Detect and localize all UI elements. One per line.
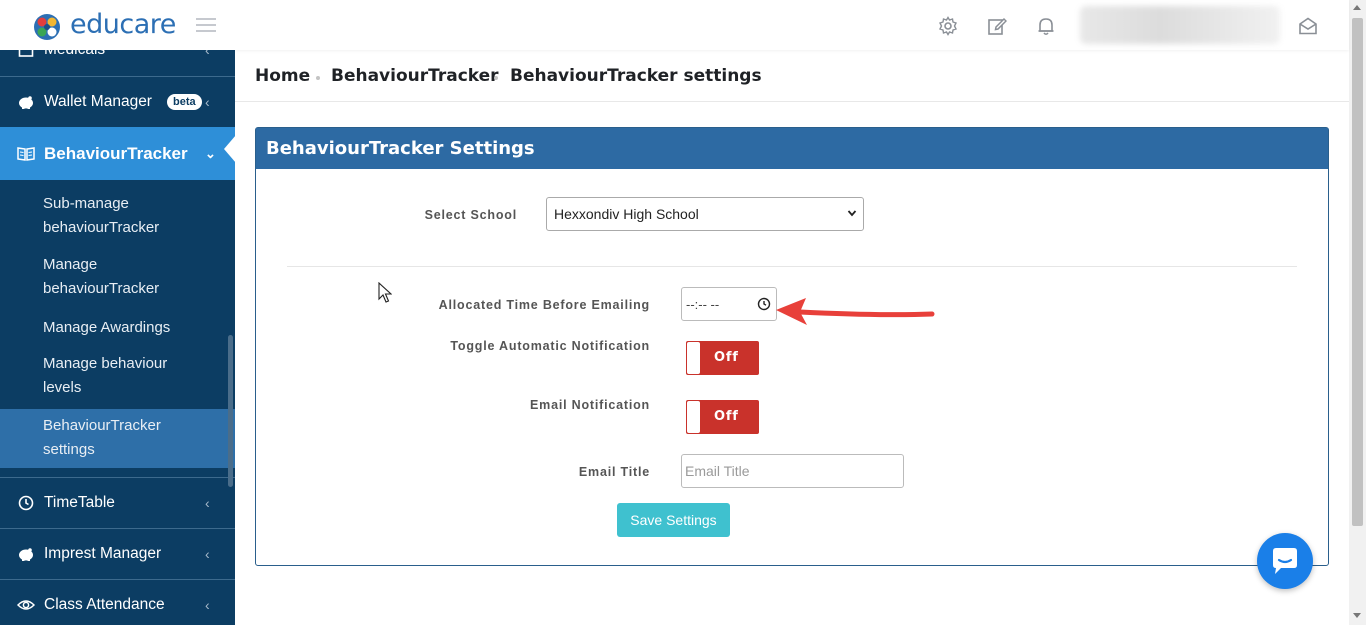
toggle-knob bbox=[687, 342, 700, 374]
breadcrumb: Home BehaviourTracker BehaviourTracker s… bbox=[235, 50, 1349, 102]
sidebar-subitem-behaviourtracker-settings[interactable]: BehaviourTracker settings bbox=[0, 409, 235, 468]
chevron-left-icon: ‹ bbox=[205, 495, 210, 511]
form-divider bbox=[287, 266, 1297, 267]
sidebar-item-medicals[interactable]: Medicals ‹ bbox=[0, 50, 235, 63]
sidebar-subitem-manage-awardings[interactable]: Manage Awardings bbox=[0, 316, 235, 342]
hamburger-menu-icon[interactable] bbox=[196, 18, 216, 32]
chevron-down-icon bbox=[847, 210, 857, 217]
eye-icon bbox=[17, 596, 35, 614]
card-title: BehaviourTracker Settings bbox=[266, 138, 535, 159]
mouse-cursor-icon bbox=[378, 282, 392, 303]
breadcrumb-home[interactable]: Home bbox=[255, 66, 310, 86]
page-scrollbar[interactable] bbox=[1349, 0, 1366, 625]
sidebar-item-label: Wallet Manager bbox=[44, 93, 152, 110]
auto-notification-label: Toggle Automatic Notification bbox=[450, 339, 650, 353]
active-item-pointer bbox=[224, 135, 236, 163]
email-title-input[interactable]: Email Title bbox=[681, 454, 904, 488]
sidebar-subitem-manage-behaviourtracker[interactable]: Manage behaviourTracker bbox=[0, 253, 235, 305]
sidebar-item-wallet-manager[interactable]: Wallet Manager beta ‹ bbox=[0, 77, 235, 127]
auto-notification-toggle[interactable]: Off bbox=[686, 341, 759, 375]
school-select[interactable]: Hexxondiv High School bbox=[546, 197, 864, 231]
logo-bar: educare bbox=[0, 0, 235, 50]
sidebar-item-label: Medicals bbox=[44, 50, 105, 59]
medical-icon bbox=[17, 50, 35, 59]
piggy-bank-icon bbox=[17, 545, 35, 563]
scroll-up-icon[interactable] bbox=[1353, 5, 1361, 10]
sidebar-item-label: BehaviourTracker bbox=[44, 143, 188, 163]
sidebar: Medicals ‹ Wallet Manager beta ‹ Behavio… bbox=[0, 50, 235, 625]
subitem-label: BehaviourTracker settings bbox=[43, 417, 161, 458]
sidebar-scrollbar[interactable] bbox=[228, 335, 233, 487]
scrollbar-thumb[interactable] bbox=[1352, 18, 1363, 526]
toggle-state: Off bbox=[714, 409, 739, 424]
allocated-time-label: Allocated Time Before Emailing bbox=[438, 298, 650, 312]
annotation-arrow bbox=[776, 298, 935, 325]
piggy-bank-icon bbox=[17, 93, 35, 111]
time-input-value: --:-- -- bbox=[686, 297, 720, 312]
select-school-label: Select School bbox=[424, 208, 517, 222]
edit-icon[interactable] bbox=[987, 16, 1007, 36]
sidebar-item-timetable[interactable]: TimeTable ‹ bbox=[0, 478, 235, 528]
breadcrumb-current: BehaviourTracker settings bbox=[510, 66, 762, 86]
clock-icon bbox=[17, 494, 35, 512]
email-notification-label: Email Notification bbox=[530, 398, 650, 412]
sidebar-subitem-manage-behaviour-levels[interactable]: Manage behaviour levels bbox=[0, 352, 235, 404]
envelope-open-icon[interactable] bbox=[1298, 16, 1318, 36]
subitem-label: Manage behaviour levels bbox=[43, 355, 168, 396]
sidebar-subitem-sub-manage[interactable]: Sub-manage behaviourTracker bbox=[0, 192, 235, 244]
breadcrumb-behaviourtracker[interactable]: BehaviourTracker bbox=[331, 66, 499, 86]
educare-logo-icon[interactable] bbox=[32, 12, 62, 42]
sidebar-item-label: TimeTable bbox=[44, 494, 115, 511]
toggle-state: Off bbox=[714, 350, 739, 365]
email-title-placeholder: Email Title bbox=[685, 463, 750, 479]
subitem-label: Manage behaviourTracker bbox=[43, 256, 160, 297]
chevron-left-icon: ‹ bbox=[205, 597, 210, 613]
breadcrumb-separator bbox=[316, 76, 320, 80]
sidebar-item-class-attendance[interactable]: Class Attendance ‹ bbox=[0, 580, 235, 625]
breadcrumb-separator bbox=[494, 76, 498, 80]
chat-bubble-icon bbox=[1273, 548, 1297, 574]
chevron-down-icon: ⌄ bbox=[205, 145, 216, 161]
sidebar-item-imprest-manager[interactable]: Imprest Manager ‹ bbox=[0, 529, 235, 579]
beta-badge: beta bbox=[167, 94, 202, 110]
user-profile-blurred[interactable] bbox=[1080, 6, 1280, 44]
chevron-left-icon: ‹ bbox=[205, 546, 210, 562]
top-bar bbox=[235, 0, 1349, 50]
brand-name[interactable]: educare bbox=[70, 9, 176, 40]
book-icon bbox=[17, 145, 35, 163]
gear-icon[interactable] bbox=[938, 16, 958, 36]
bell-icon[interactable] bbox=[1036, 16, 1056, 36]
chevron-left-icon: ‹ bbox=[205, 94, 210, 110]
chat-button[interactable] bbox=[1257, 533, 1313, 589]
clock-icon[interactable] bbox=[757, 297, 771, 311]
email-title-label: Email Title bbox=[578, 465, 650, 479]
email-notification-toggle[interactable]: Off bbox=[686, 400, 759, 434]
subitem-label: Manage Awardings bbox=[43, 319, 171, 336]
chevron-left-icon: ‹ bbox=[205, 50, 210, 58]
school-select-value: Hexxondiv High School bbox=[554, 206, 699, 222]
sidebar-item-label: Class Attendance bbox=[44, 596, 165, 613]
toggle-knob bbox=[687, 401, 700, 433]
sidebar-item-label: Imprest Manager bbox=[44, 545, 162, 562]
card-header: BehaviourTracker Settings bbox=[256, 128, 1328, 169]
allocated-time-input[interactable]: --:-- -- bbox=[681, 287, 777, 321]
scroll-down-icon[interactable] bbox=[1353, 613, 1361, 618]
save-settings-button[interactable]: Save Settings bbox=[617, 503, 730, 537]
sidebar-item-behaviourtracker[interactable]: BehaviourTracker ⌄ bbox=[0, 127, 235, 180]
subitem-label: Sub-manage behaviourTracker bbox=[43, 195, 160, 236]
